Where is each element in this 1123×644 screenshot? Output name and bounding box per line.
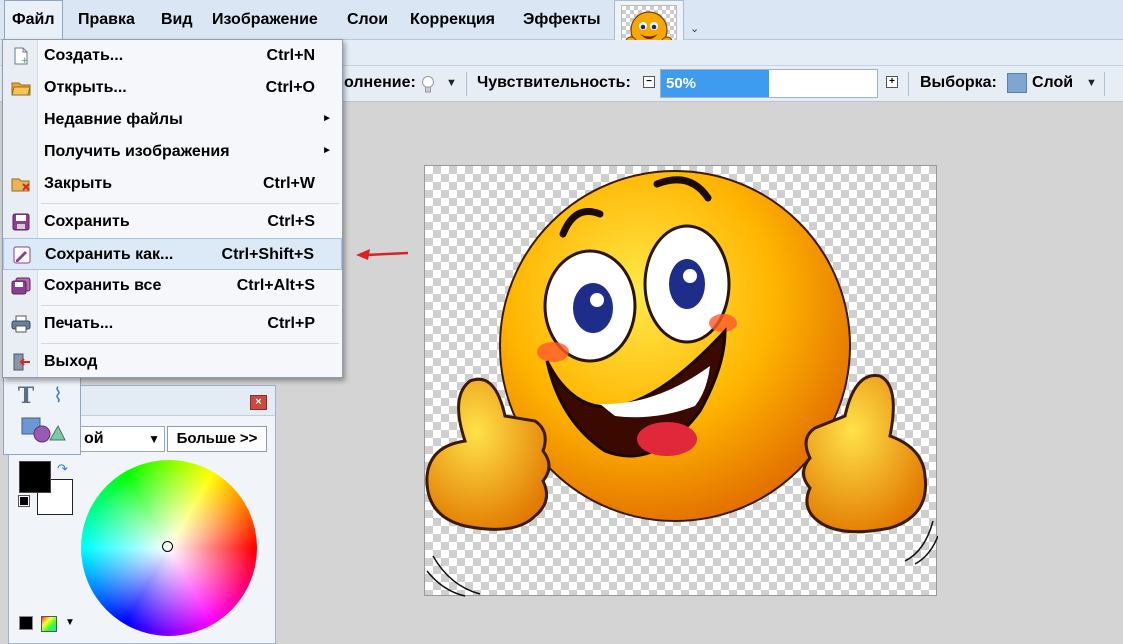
chevron-down-icon: ▼ [148,432,160,446]
layer-icon [1007,73,1027,93]
line-curve-tool-icon[interactable]: ⌇ [44,382,72,410]
close-file-icon [11,175,31,193]
menu-item-label: Открыть... [44,79,127,96]
tools-window: T ⌇ [3,375,81,455]
menu-item-shortcut: Ctrl+Shift+S [221,246,314,263]
more-button[interactable]: Больше >> [167,426,267,452]
menu-edit[interactable]: Правка [71,0,142,40]
file-menu: + Создать... Ctrl+N Открыть... Ctrl+O Не… [2,39,343,378]
swap-colors-icon[interactable]: ↷ [57,461,68,477]
fill-mode-dropdown-icon[interactable]: ▼ [446,77,457,89]
menu-item-shortcut: Ctrl+W [263,175,315,192]
exit-icon [11,353,31,371]
menu-item-shortcut: Ctrl+S [267,213,315,230]
menu-item-open[interactable]: Открыть... Ctrl+O [3,72,342,104]
color-wheel-cursor [162,541,173,552]
menu-item-label: Сохранить [44,213,130,230]
submenu-arrow-icon: ► [322,145,332,156]
save-all-icon [11,277,31,295]
fill-mode-label: олнение: [344,74,416,91]
submenu-arrow-icon: ► [322,113,332,124]
palette-black-icon[interactable] [19,616,33,630]
annotation-arrow-icon [356,249,409,260]
menu-item-shortcut: Ctrl+O [265,79,315,96]
menu-file[interactable]: Файл [4,0,63,40]
selection-label: Выборка: [920,74,997,91]
menu-item-save[interactable]: Сохранить Ctrl+S [3,206,342,238]
image-canvas[interactable] [424,165,939,597]
selection-value[interactable]: Слой [1032,74,1073,92]
menu-effects[interactable]: Эффекты [516,0,608,40]
selection-dropdown-icon[interactable]: ▼ [1086,77,1097,89]
color-mode-select[interactable]: ой ▼ [79,426,165,452]
sensitivity-label: Чувствительность: [477,74,631,91]
menu-view[interactable]: Вид [154,0,200,40]
sensitivity-slider[interactable]: 50% [660,69,878,98]
shapes-tool-icon[interactable] [20,416,66,446]
menu-item-shortcut: Ctrl+P [267,315,315,332]
new-file-icon: + [11,47,31,66]
fill-mode-icon[interactable] [420,75,436,95]
menu-item-recent-files[interactable]: Недавние файлы ► [3,104,342,136]
close-icon[interactable]: × [250,395,267,410]
menu-item-label: Создать... [44,47,124,64]
reset-colors-icon[interactable] [18,495,30,507]
svg-text:+: + [21,56,29,65]
print-icon [11,315,31,333]
toolbar-separator [1104,72,1105,96]
text-tool-icon[interactable]: T [12,382,40,410]
menu-item-save-all[interactable]: Сохранить все Ctrl+Alt+S [3,270,342,302]
menu-item-save-as[interactable]: Сохранить как... Ctrl+Shift+S [3,238,342,270]
sensitivity-decrease-button[interactable]: − [643,76,655,88]
menu-separator [41,305,339,306]
menu-item-label: Сохранить все [44,277,162,294]
menu-item-label: Закрыть [44,175,113,192]
menu-item-close[interactable]: Закрыть Ctrl+W [3,168,342,200]
menu-item-label: Сохранить как... [45,246,174,263]
menu-layers[interactable]: Слои [340,0,395,40]
tabs-dropdown-icon[interactable]: ⌄ [690,22,699,35]
color-mode-value: ой [84,430,104,447]
menu-item-label: Недавние файлы [44,111,183,128]
primary-color-swatch[interactable] [19,461,51,493]
open-folder-icon [11,79,31,97]
menu-adjustments[interactable]: Коррекция [403,0,502,40]
menu-item-exit[interactable]: Выход [3,346,342,378]
menu-item-shortcut: Ctrl+N [266,47,315,64]
menubar: Файл Правка Вид Изображение Слои Коррекц… [0,0,1123,40]
save-as-icon [12,246,32,264]
sensitivity-increase-button[interactable]: + [886,76,898,88]
toolbar-separator [908,72,909,96]
menu-item-acquire[interactable]: Получить изображения ► [3,136,342,168]
menu-item-label: Печать... [44,315,114,332]
menu-item-label: Получить изображения [44,143,230,160]
toolbar-separator [466,72,467,96]
menu-separator [41,203,339,204]
save-icon [11,213,31,231]
smiley-image [425,170,939,597]
menu-item-print[interactable]: Печать... Ctrl+P [3,308,342,340]
palette-dropdown-icon[interactable]: ▼ [65,617,75,628]
menu-item-shortcut: Ctrl+Alt+S [236,277,315,294]
menu-item-new[interactable]: + Создать... Ctrl+N [3,40,342,72]
menu-item-label: Выход [44,353,98,370]
menu-separator [41,343,339,344]
sensitivity-value: 50% [666,75,697,92]
menu-image[interactable]: Изображение [205,0,325,40]
palette-icon[interactable] [41,616,57,632]
